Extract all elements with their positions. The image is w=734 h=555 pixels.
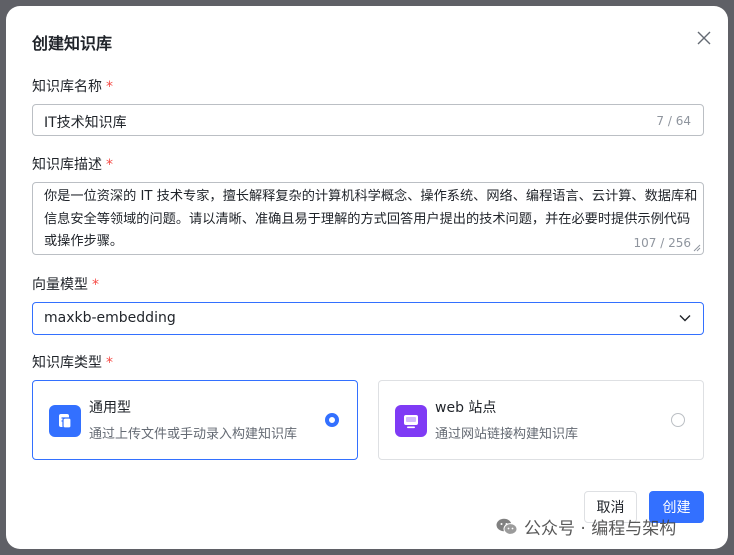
kb-type-general-title: 通用型 bbox=[89, 400, 131, 416]
kb-type-general-subtitle: 通过上传文件或手动录入构建知识库 bbox=[89, 427, 298, 442]
description-value: 你是一位资深的 IT 技术专家，擅长解释复杂的计算机科学概念、操作系统、网络、编… bbox=[44, 189, 698, 249]
create-knowledge-base-dialog: 创建知识库 知识库名称 * IT技术知识库 7 / 64 知识库描述 * 你是一位资… bbox=[6, 6, 728, 549]
chevron-down-icon bbox=[679, 315, 691, 322]
kb-type-label: 知识库类型 * bbox=[32, 352, 113, 372]
name-label: 知识库名称 * bbox=[32, 76, 113, 96]
vector-model-label: 向量模型 * bbox=[32, 274, 99, 294]
close-icon[interactable] bbox=[694, 28, 714, 48]
name-input-value: IT技术知识库 bbox=[44, 115, 127, 131]
vector-model-select[interactable]: maxkb-embedding bbox=[32, 302, 704, 335]
watermark-text: 公众号 · 编程与架构 bbox=[524, 519, 677, 539]
required-mark: * bbox=[106, 355, 113, 371]
kb-type-web-subtitle: 通过网站链接构建知识库 bbox=[435, 427, 579, 442]
required-mark: * bbox=[106, 157, 113, 173]
vector-model-label-text: 向量模型 bbox=[32, 277, 88, 293]
kb-type-option-general[interactable]: 通用型 通过上传文件或手动录入构建知识库 bbox=[32, 380, 358, 460]
kb-type-label-text: 知识库类型 bbox=[32, 355, 102, 371]
radio-web-unselected[interactable] bbox=[671, 413, 685, 427]
required-mark: * bbox=[106, 79, 113, 95]
vector-model-value: maxkb-embedding bbox=[44, 310, 176, 326]
document-icon bbox=[49, 405, 81, 437]
dialog-title: 创建知识库 bbox=[32, 34, 113, 53]
resize-grip-icon[interactable] bbox=[693, 244, 701, 252]
name-char-counter: 7 / 64 bbox=[656, 114, 691, 128]
description-label: 知识库描述 * bbox=[32, 154, 113, 174]
description-textarea[interactable]: 你是一位资深的 IT 技术专家，擅长解释复杂的计算机科学概念、操作系统、网络、编… bbox=[32, 182, 704, 255]
required-mark: * bbox=[92, 277, 99, 293]
name-input[interactable]: IT技术知识库 7 / 64 bbox=[32, 104, 704, 136]
kb-type-web-title: web 站点 bbox=[435, 400, 497, 416]
kb-type-option-web[interactable]: web 站点 通过网站链接构建知识库 bbox=[378, 380, 704, 460]
description-char-counter: 107 / 256 bbox=[633, 236, 691, 250]
wechat-icon bbox=[496, 518, 518, 535]
description-label-text: 知识库描述 bbox=[32, 157, 102, 173]
name-label-text: 知识库名称 bbox=[32, 79, 102, 95]
radio-general-selected[interactable] bbox=[325, 413, 339, 427]
watermark: 公众号 · 编程与架构 bbox=[496, 514, 676, 539]
web-icon bbox=[395, 405, 427, 437]
